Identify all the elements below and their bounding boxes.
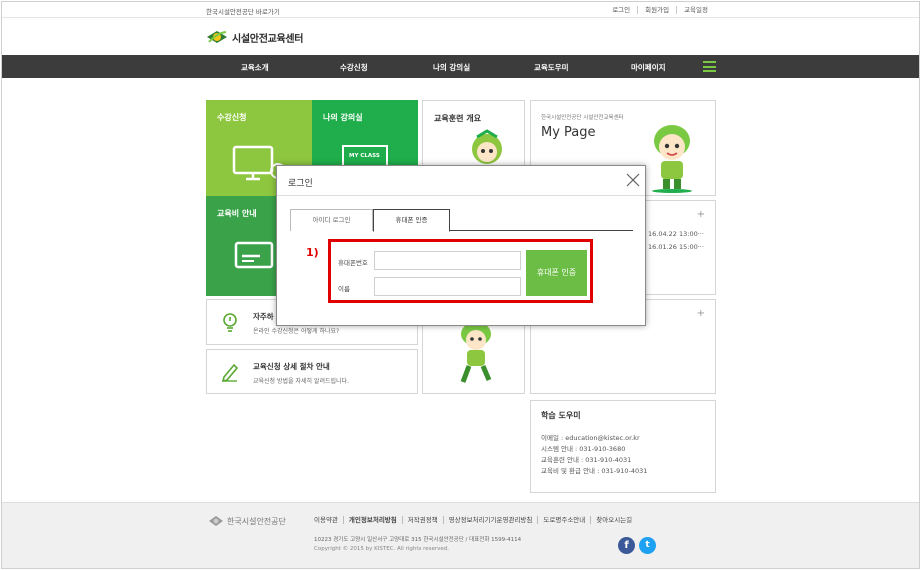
utility-links: 로그인 회원가입 교육일정 <box>605 6 715 14</box>
mascot-mypage-icon <box>652 125 692 193</box>
footer-org: 한국시설안전공단 <box>227 516 286 526</box>
tile-help: 학습 도우미 이메일 : education@kistec.or.kr 시스템 … <box>530 400 716 493</box>
help-email: 이메일 : education@kistec.or.kr <box>541 434 640 442</box>
help-title: 학습 도우미 <box>541 411 581 420</box>
footer-links: 이용약관 개인정보처리방침 저작권정책 영상정보처리기기운영관리방침 도로명주소… <box>314 516 637 524</box>
footer-logo-icon <box>209 516 223 526</box>
tab-phone-auth[interactable]: 휴대폰 인증 <box>373 209 450 232</box>
footer-link-terms[interactable]: 이용약관 <box>314 516 343 524</box>
tile-apply-title: 수강신청 <box>217 113 247 122</box>
myclass-badge: MY CLASS <box>349 153 380 159</box>
faq-title: 자주하 <box>253 312 274 321</box>
myclass-board-icon: MY CLASS <box>342 145 388 167</box>
footer: 한국시설안전공단 이용약관 개인정보처리방침 저작권정책 영상정보처리기기운영관… <box>2 502 919 568</box>
tile-guide[interactable]: 교육신청 상세 절차 안내 교육신청 방법을 자세히 알려드립니다. <box>206 349 418 394</box>
facebook-icon[interactable]: f <box>618 537 635 554</box>
modal-title: 로그인 <box>288 179 313 189</box>
site-logo[interactable]: 시설안전교육센터 <box>206 29 304 45</box>
notice-date-2[interactable]: 16.01.26 15:00··· <box>648 243 704 251</box>
login-tabs: 아이디 로그인 휴대폰 인증 <box>290 209 633 232</box>
logo-mark-icon <box>206 29 228 45</box>
help-training: 교육훈련 안내 : 031-910-4031 <box>541 456 632 464</box>
phone-input[interactable] <box>374 251 521 270</box>
footer-address: 10223 경기도 고양시 일산서구 고양대로 315 한국시설안전공단 / 대… <box>314 537 522 543</box>
phone-label: 휴대폰번호 <box>338 259 368 267</box>
lightbulb-icon <box>223 313 237 332</box>
footer-link-privacy[interactable]: 개인정보처리방침 <box>342 516 402 524</box>
utility-bar: 한국시설안전공단 바로가기 로그인 회원가입 교육일정 <box>2 2 919 18</box>
gov-link[interactable]: 한국시설안전공단 바로가기 <box>206 6 280 16</box>
nav-item-apply[interactable]: 수강신청 <box>340 62 368 73</box>
mypage-subtitle: 한국시설안전공단 시설안전교육센터 <box>541 115 624 121</box>
close-icon[interactable] <box>625 172 641 188</box>
tile-fee-title: 교육비 안내 <box>217 209 257 218</box>
nav-item-intro[interactable]: 교육소개 <box>241 62 269 73</box>
step-annotation: 1) <box>306 246 319 259</box>
extra-more-icon[interactable]: + <box>697 308 705 319</box>
modal-header: 로그인 <box>277 166 645 196</box>
login-link[interactable]: 로그인 <box>605 6 637 14</box>
phone-auth-button[interactable]: 휴대폰 인증 <box>526 250 587 296</box>
faq-subtitle: 온라인 수강신청은 어떻게 하나요? <box>253 328 340 335</box>
menu-icon[interactable] <box>703 61 716 72</box>
tile-overview-title: 교육훈련 개요 <box>434 114 481 123</box>
pencil-icon <box>221 363 239 382</box>
nav-item-myclass[interactable]: 나의 강의실 <box>433 62 470 73</box>
help-system: 시스템 안내 : 031-910-3680 <box>541 445 626 453</box>
nav-item-mypage[interactable]: 마이페이지 <box>631 62 666 73</box>
guide-title: 교육신청 상세 절차 안내 <box>253 362 330 371</box>
footer-link-copyright[interactable]: 저작권정책 <box>401 516 443 524</box>
tile-myclass-title: 나의 강의실 <box>323 113 363 122</box>
login-modal: 로그인 아이디 로그인 휴대폰 인증 1) 휴대폰번호 이름 휴대폰 인증 <box>276 165 646 326</box>
footer-copyright: Copyright © 2015 by KISTEC. All rights r… <box>314 546 450 552</box>
mascot-running-icon <box>460 322 492 383</box>
mypage-title: My Page <box>541 125 596 140</box>
card-icon <box>234 241 274 269</box>
schedule-link[interactable]: 교육일정 <box>676 6 715 14</box>
footer-link-cctv[interactable]: 영상정보처리기기운영관리방침 <box>442 516 538 524</box>
tab-id-login[interactable]: 아이디 로그인 <box>290 209 373 231</box>
twitter-icon[interactable]: t <box>639 537 656 554</box>
footer-logo: 한국시설안전공단 <box>208 515 286 527</box>
logo-text: 시설안전교육센터 <box>232 33 304 45</box>
mascot-icon <box>472 129 502 164</box>
notice-more-icon[interactable]: + <box>697 209 705 220</box>
signup-link[interactable]: 회원가입 <box>637 6 676 14</box>
guide-subtitle: 교육신청 방법을 자세히 알려드립니다. <box>253 378 349 385</box>
notice-date-1[interactable]: 16.04.22 13:00··· <box>648 230 704 238</box>
main-nav: 교육소개 수강신청 나의 강의실 교육도우미 마이페이지 <box>2 55 919 78</box>
footer-link-address[interactable]: 도로명주소안내 <box>537 516 590 524</box>
nav-item-helper[interactable]: 교육도우미 <box>534 62 569 73</box>
name-input[interactable] <box>374 277 521 296</box>
footer-link-directions[interactable]: 찾아오시는길 <box>590 516 637 524</box>
name-label: 이름 <box>338 285 350 293</box>
help-refund: 교육비 및 환급 안내 : 031-910-4031 <box>541 467 648 475</box>
browser-page: 한국시설안전공단 바로가기 로그인 회원가입 교육일정 시설안전교육센터 교육소… <box>1 1 920 569</box>
